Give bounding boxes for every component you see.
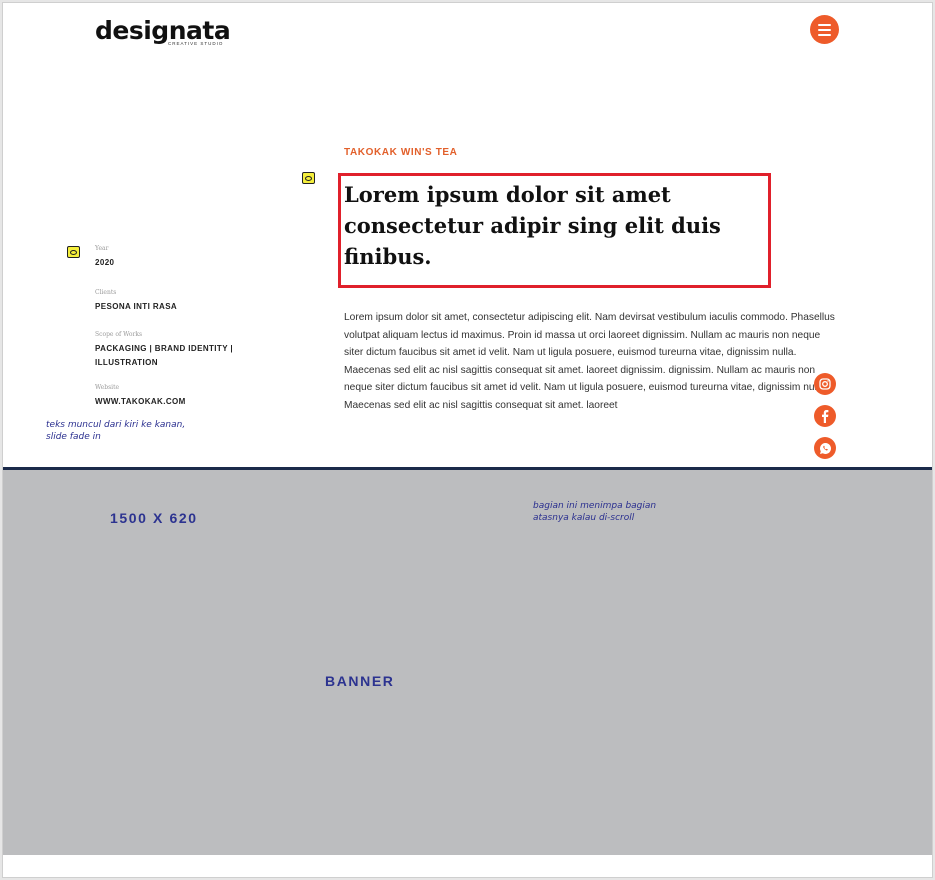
comment-icon[interactable] — [302, 172, 315, 184]
facebook-icon[interactable] — [814, 405, 836, 427]
meta-website-label: Website — [95, 384, 120, 391]
project-description: Lorem ipsum dolor sit amet, consectetur … — [344, 312, 835, 411]
page-frame: designata CREATIVE STUDIO TAKOKAK WIN'S … — [2, 2, 933, 878]
annotation-note-banner: bagian ini menimpa bagian atasnya kalau … — [533, 501, 657, 523]
meta-scope: Scope of Works PACKAGING | BRAND IDENTIT… — [95, 331, 245, 370]
hamburger-menu-icon[interactable] — [810, 15, 839, 44]
banner-placeholder — [3, 470, 932, 855]
meta-scope-value: PACKAGING | BRAND IDENTITY | ILLUSTRATIO… — [95, 344, 234, 367]
instagram-icon[interactable] — [814, 373, 836, 395]
meta-year: Year 2020 — [95, 245, 114, 270]
logo-subtext: CREATIVE STUDIO — [168, 41, 224, 46]
project-eyebrow: TAKOKAK WIN'S TEA — [344, 147, 458, 158]
page-title: Lorem ipsum dolor sit amet consectetur a… — [344, 182, 721, 269]
meta-year-label: Year — [95, 245, 109, 252]
meta-website-link[interactable]: WWW.TAKOKAK.COM — [95, 395, 186, 409]
annotation-note-left: teks muncul dari kiri ke kanan, slide fa… — [46, 420, 186, 442]
meta-clients-label: Clients — [95, 289, 117, 296]
meta-year-value: 2020 — [95, 258, 115, 267]
meta-website: Website WWW.TAKOKAK.COM — [95, 384, 186, 409]
whatsapp-icon[interactable] — [814, 437, 836, 459]
banner-size-label: 1500 X 620 — [110, 510, 198, 526]
logo[interactable]: designata CREATIVE STUDIO — [95, 17, 231, 47]
banner-label: BANNER — [325, 673, 395, 689]
comment-icon[interactable] — [67, 246, 80, 258]
meta-scope-label: Scope of Works — [95, 331, 143, 338]
meta-clients: Clients PESONA INTI RASA — [95, 289, 177, 314]
meta-clients-value: PESONA INTI RASA — [95, 302, 178, 311]
